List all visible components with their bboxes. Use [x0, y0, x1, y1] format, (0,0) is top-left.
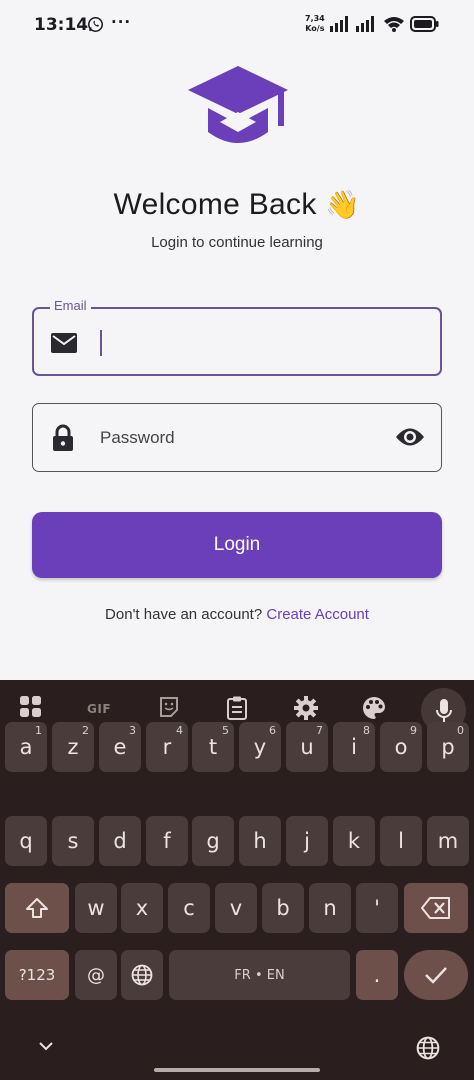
key-hint: 1	[35, 724, 42, 737]
backspace-key[interactable]	[404, 883, 468, 933]
email-label: Email	[50, 298, 91, 313]
key-label: a	[19, 735, 33, 759]
key-o[interactable]: o9	[380, 722, 422, 772]
key-label: e	[113, 735, 127, 759]
key-hint: 5	[222, 724, 229, 737]
checkmark-icon	[425, 967, 447, 984]
key-hint: 8	[363, 724, 370, 737]
key-hint: 0	[457, 724, 464, 737]
key-i[interactable]: i8	[333, 722, 375, 772]
key-m[interactable]: m	[427, 816, 469, 866]
key-e[interactable]: e3	[99, 722, 141, 772]
apps-grid-icon[interactable]	[20, 696, 42, 722]
lock-icon	[51, 424, 75, 456]
key-k[interactable]: k	[333, 816, 375, 866]
key-label: y	[253, 735, 267, 759]
key-label: z	[67, 735, 79, 759]
backspace-icon	[421, 897, 450, 919]
shift-icon	[26, 898, 48, 918]
key-b[interactable]: b	[262, 883, 304, 933]
enter-key[interactable]	[404, 950, 468, 1000]
key-label: i	[351, 735, 357, 759]
show-password-icon[interactable]	[395, 426, 425, 452]
key-label: o	[394, 735, 408, 759]
key-t[interactable]: t5	[192, 722, 234, 772]
graduation-cap-logo	[188, 66, 288, 152]
password-placeholder: Password	[100, 428, 175, 447]
key-g[interactable]: g	[192, 816, 234, 866]
signup-row: Don't have an account? Create Account	[0, 606, 474, 623]
globe-icon	[131, 964, 153, 986]
key-c[interactable]: c	[168, 883, 210, 933]
key-label: u	[300, 735, 314, 759]
key-h[interactable]: h	[239, 816, 281, 866]
key-s[interactable]: s	[52, 816, 94, 866]
key-q[interactable]: q	[5, 816, 47, 866]
microphone-icon	[435, 698, 452, 722]
signal-icon	[356, 16, 378, 36]
signal-icon	[330, 16, 352, 36]
key-hint: 7	[316, 724, 323, 737]
key-hint: 3	[129, 724, 136, 737]
status-bar: 13:14 ··· 7,34 Ko/s	[0, 0, 474, 52]
key-a[interactable]: a1	[5, 722, 47, 772]
key-j[interactable]: j	[286, 816, 328, 866]
login-button[interactable]: Login	[32, 512, 442, 578]
symbols-key[interactable]: ?123	[5, 950, 69, 1000]
network-speed: 7,34 Ko/s	[305, 14, 325, 34]
at-key[interactable]: @	[75, 950, 117, 1000]
wifi-icon	[383, 16, 405, 36]
key-u[interactable]: u7	[286, 722, 328, 772]
key-f[interactable]: f	[146, 816, 188, 866]
key-label: p	[441, 735, 455, 759]
waving-hand-emoji: 👋	[325, 189, 361, 220]
network-speed-value: 7,34	[305, 14, 325, 23]
language-key[interactable]	[121, 950, 163, 1000]
battery-icon	[410, 16, 440, 36]
network-speed-unit: Ko/s	[305, 24, 325, 33]
text-cursor	[100, 330, 102, 356]
key-r[interactable]: r4	[146, 722, 188, 772]
gif-button[interactable]: GIF	[87, 702, 111, 716]
palette-icon[interactable]	[362, 696, 386, 724]
hide-keyboard-chevron-icon[interactable]	[37, 1038, 55, 1057]
key-w[interactable]: w	[75, 883, 117, 933]
clipboard-icon[interactable]	[226, 696, 248, 724]
key-y[interactable]: y6	[239, 722, 281, 772]
space-bar[interactable]: FR • EN	[169, 950, 350, 1000]
home-indicator[interactable]	[154, 1068, 320, 1072]
period-key[interactable]: .	[356, 950, 398, 1000]
status-time: 13:14	[34, 15, 89, 35]
key-apostrophe[interactable]: '	[356, 883, 398, 933]
page-subtitle: Login to continue learning	[151, 234, 323, 251]
key-p[interactable]: p0	[427, 722, 469, 772]
page-title: Welcome Back 👋	[0, 188, 474, 222]
email-field[interactable]: Email	[32, 298, 442, 376]
key-x[interactable]: x	[121, 883, 163, 933]
key-l[interactable]: l	[380, 816, 422, 866]
key-hint: 2	[82, 724, 89, 737]
navigation-bar	[0, 1028, 474, 1080]
key-label: t	[208, 735, 218, 759]
key-hint: 4	[176, 724, 183, 737]
key-label: r	[162, 735, 172, 759]
key-hint: 6	[269, 724, 276, 737]
key-n[interactable]: n	[309, 883, 351, 933]
settings-gear-icon[interactable]	[294, 696, 318, 724]
sticker-icon[interactable]	[158, 696, 180, 722]
no-account-text: Don't have an account?	[105, 606, 263, 623]
key-hint: 9	[410, 724, 417, 737]
password-field[interactable]: Password	[32, 403, 442, 472]
globe-icon[interactable]	[416, 1036, 440, 1064]
shift-key[interactable]	[5, 883, 69, 933]
key-v[interactable]: v	[215, 883, 257, 933]
key-d[interactable]: d	[99, 816, 141, 866]
key-z[interactable]: z2	[52, 722, 94, 772]
create-account-link[interactable]: Create Account	[266, 606, 369, 623]
mail-icon	[50, 332, 78, 358]
whatsapp-icon	[87, 16, 104, 37]
more-notifications-icon: ···	[111, 13, 132, 31]
title-text: Welcome Back	[113, 188, 317, 221]
